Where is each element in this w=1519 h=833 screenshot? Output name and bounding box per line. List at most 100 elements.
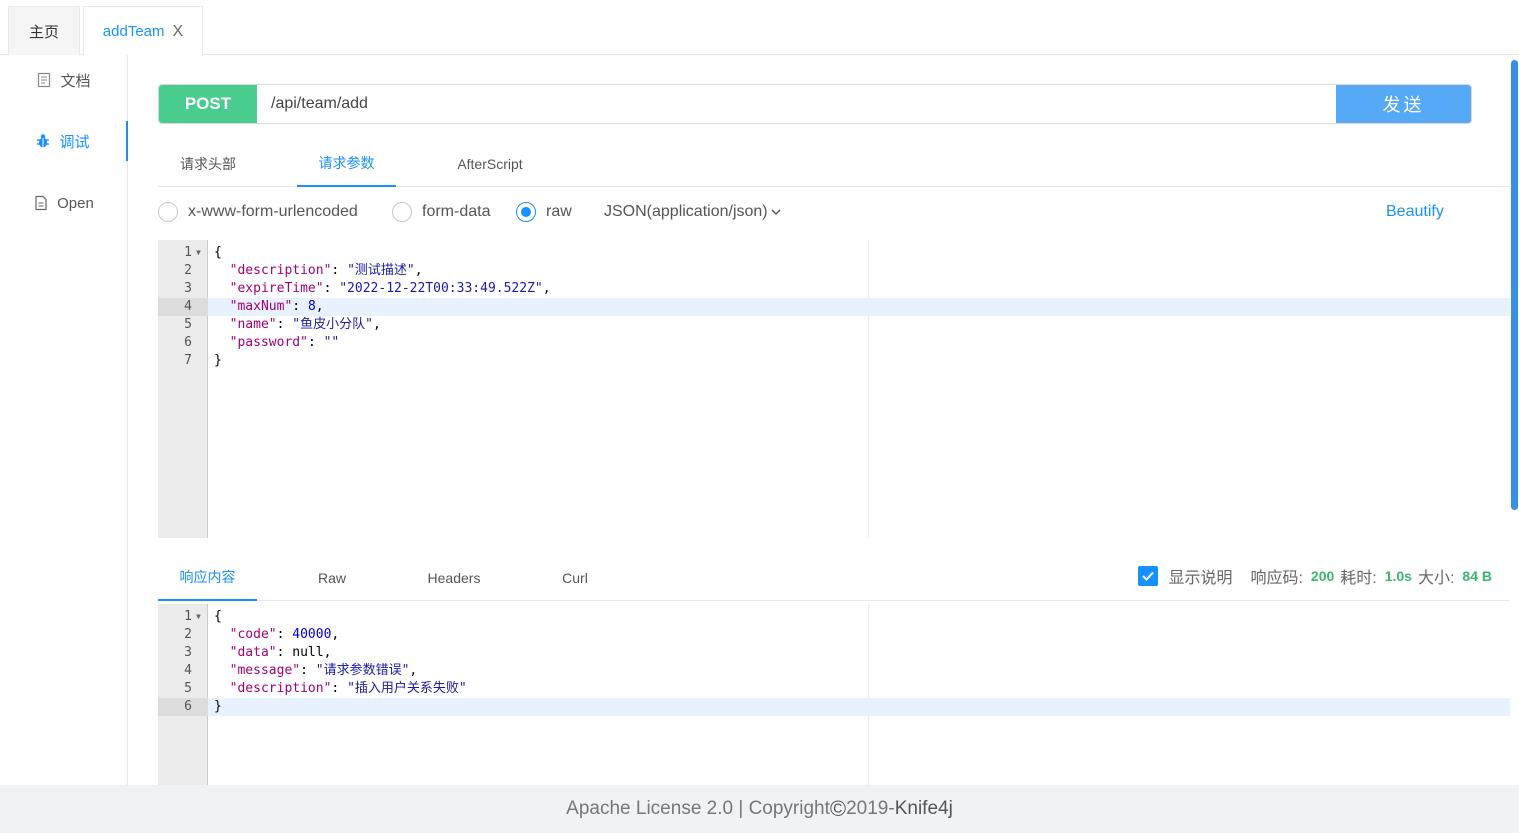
page-scrollbar[interactable] <box>1511 60 1518 510</box>
tab-response-curl[interactable]: Curl <box>525 554 625 601</box>
nav-debug-label: 调试 <box>59 133 90 151</box>
radio-form-data[interactable]: form-data <box>392 200 490 224</box>
status-code-label: 响应码: <box>1250 570 1303 587</box>
response-body-editor[interactable]: 1 ▼{2 "code": 40000, 3 "data": null, 4 "mes… <box>158 604 1510 785</box>
tab-after-script[interactable]: AfterScript <box>440 140 540 187</box>
show-desc-checkbox[interactable] <box>1138 566 1159 586</box>
radio-urlencoded[interactable]: x-www-form-urlencoded <box>158 200 358 224</box>
code-text: } <box>214 352 222 370</box>
beautify-link[interactable]: Beautify <box>1386 200 1444 224</box>
url-input[interactable] <box>257 85 1336 123</box>
code-text: "data": null, <box>229 645 332 660</box>
request-body-editor[interactable]: 1 ▼{2 "description": "测试描述", 3 "expireTime… <box>158 240 1510 538</box>
send-button[interactable]: 发送 <box>1336 85 1471 123</box>
file-icon <box>35 195 47 211</box>
footer-license: Apache License 2.0 | Copyright <box>566 798 830 819</box>
body-type-selector: x-www-form-urlencoded form-data raw JSON… <box>158 200 1458 224</box>
radio-circle[interactable] <box>516 202 536 222</box>
code-text: { <box>214 608 222 626</box>
status-code-value: 200 <box>1310 568 1335 584</box>
method-badge[interactable]: POST <box>159 85 257 123</box>
code-line[interactable]: 6 "password": "" <box>158 334 1510 352</box>
footer-brand: Knife4j <box>894 798 953 819</box>
radio-raw[interactable]: raw <box>516 200 572 224</box>
code-line[interactable]: 5 "description": "插入用户关系失败" <box>158 680 1510 698</box>
code-text: "password": "" <box>229 335 340 350</box>
nav-open-label: Open <box>57 194 94 212</box>
json-punct: , <box>414 263 423 278</box>
json-key: "password" <box>229 335 308 350</box>
request-url-bar: POST 发送 <box>158 84 1472 124</box>
nav-doc-label: 文档 <box>60 72 91 90</box>
tab-response-headers[interactable]: Headers <box>404 554 504 601</box>
line-number: 6 <box>158 698 208 716</box>
line-number: 3 <box>184 645 192 660</box>
code-brace: { <box>214 609 222 624</box>
radio-form-data-label: form-data <box>422 203 491 220</box>
tab-home-label: 主页 <box>28 23 59 41</box>
code-text: "name": "鱼皮小分队", <box>229 317 381 332</box>
copyright-icon: © <box>829 796 847 821</box>
bug-icon <box>37 134 50 148</box>
code-line[interactable]: 3 "data": null, <box>158 644 1510 662</box>
tab-response-raw[interactable]: Raw <box>282 554 382 601</box>
json-key: "description" <box>229 263 332 278</box>
code-line[interactable]: 4 "maxNum": 8, <box>158 298 1510 316</box>
request-tabs: 请求头部 请求参数 AfterScript <box>158 140 1510 187</box>
fold-arrow-icon[interactable]: ▼ <box>196 608 201 626</box>
json-key: "message" <box>229 663 301 678</box>
code-line[interactable]: 1 ▼{ <box>158 608 1510 626</box>
tab-home[interactable]: 主页 <box>8 6 80 55</box>
json-punct: , <box>331 627 340 642</box>
fold-arrow-icon[interactable]: ▼ <box>196 244 201 262</box>
code-line[interactable]: 2 "code": 40000, <box>158 626 1510 644</box>
radio-urlencoded-label: x-www-form-urlencoded <box>188 203 358 220</box>
document-icon <box>38 72 51 88</box>
tab-request-headers[interactable]: 请求头部 <box>158 140 258 187</box>
nav-item-debug[interactable]: 调试 <box>0 121 128 161</box>
tab-add-team[interactable]: addTeam X <box>83 6 203 56</box>
json-key: "name" <box>229 317 277 332</box>
json-key: "description" <box>229 681 332 696</box>
line-number: 2 <box>184 263 192 278</box>
chevron-down-icon <box>771 209 781 215</box>
code-line[interactable]: 6} <box>158 698 1510 716</box>
json-key: "data" <box>229 645 277 660</box>
json-value: "鱼皮小分队" <box>292 317 373 332</box>
time-value: 1.0s <box>1384 568 1412 584</box>
radio-circle[interactable] <box>158 202 178 222</box>
json-value: "测试描述" <box>347 263 415 278</box>
line-number: 4 <box>184 663 192 678</box>
code-line[interactable]: 4 "message": "请求参数错误", <box>158 662 1510 680</box>
json-value: null <box>292 645 324 660</box>
json-value: 40000 <box>292 627 332 642</box>
nav-item-doc[interactable]: 文档 <box>0 60 128 100</box>
check-icon <box>1142 571 1155 581</box>
code-line[interactable]: 2 "description": "测试描述", <box>158 262 1510 280</box>
json-value: "请求参数错误" <box>315 663 410 678</box>
code-text: } <box>214 698 222 716</box>
code-line[interactable]: 5 "name": "鱼皮小分队", <box>158 316 1510 334</box>
json-punct: , <box>542 281 551 296</box>
code-line[interactable]: 7} <box>158 352 1510 370</box>
tab-request-params[interactable]: 请求参数 <box>297 140 396 187</box>
code-text: "expireTime": "2022-12-22T00:33:49.522Z"… <box>229 281 551 296</box>
footer-year: 2019- <box>846 798 895 819</box>
radio-circle[interactable] <box>392 202 412 222</box>
json-key: "maxNum" <box>229 299 293 314</box>
json-value: "2022-12-22T00:33:49.522Z" <box>339 281 543 296</box>
code-brace: } <box>214 353 222 368</box>
code-line[interactable]: 3 "expireTime": "2022-12-22T00:33:49.522… <box>158 280 1510 298</box>
code-text: "message": "请求参数错误", <box>229 663 418 678</box>
nav-item-open[interactable]: Open <box>0 183 128 223</box>
tab-add-team-label: addTeam <box>102 23 165 40</box>
content-type-select[interactable]: JSON(application/json) <box>604 200 782 224</box>
response-meta: 显示说明 响应码: 200 耗时: 1.0s 大小: 84 B <box>1138 564 1492 588</box>
content-type-value: JSON(application/json) <box>604 203 768 220</box>
tab-response-content[interactable]: 响应内容 <box>158 554 257 601</box>
code-text: "maxNum": 8, <box>229 299 324 314</box>
code-text: "code": 40000, <box>229 627 340 642</box>
line-number: 3 <box>184 281 192 296</box>
code-line[interactable]: 1 ▼{ <box>158 244 1510 262</box>
close-icon[interactable]: X <box>173 23 184 41</box>
